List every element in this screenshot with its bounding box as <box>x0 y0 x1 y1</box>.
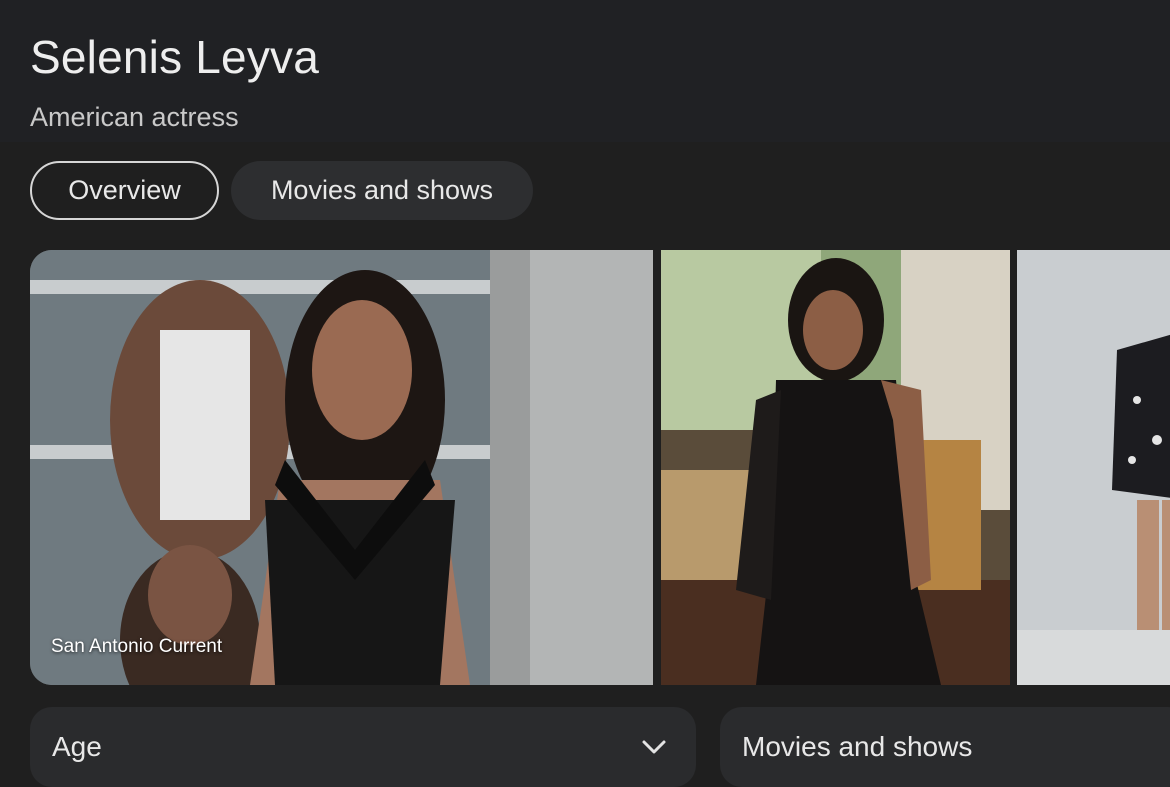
entity-subtitle: American actress <box>30 102 239 132</box>
photo-premiere <box>30 250 653 685</box>
image-source-label: San Antonio Current <box>51 636 223 657</box>
entity-title: Selenis Leyva <box>30 31 319 83</box>
gallery-image-1[interactable]: San Antonio Current <box>30 250 653 685</box>
movies-card-label: Movies and shows <box>742 731 973 762</box>
age-card[interactable]: Age <box>30 707 696 787</box>
gallery-image-2[interactable] <box>661 250 1010 685</box>
tab-overview[interactable]: Overview <box>30 161 219 220</box>
photo-living-room <box>661 250 1010 685</box>
age-card-label: Age <box>52 731 102 762</box>
photo-studio <box>1017 250 1170 685</box>
knowledge-panel-header: Selenis Leyva American actress <box>0 0 1170 142</box>
image-gallery: San Antonio Current <box>30 250 1170 685</box>
chevron-down-icon[interactable] <box>640 737 668 757</box>
movies-and-shows-card[interactable]: Movies and shows <box>720 707 1170 787</box>
gallery-image-3[interactable] <box>1017 250 1170 685</box>
tab-movies-and-shows[interactable]: Movies and shows <box>231 161 533 220</box>
